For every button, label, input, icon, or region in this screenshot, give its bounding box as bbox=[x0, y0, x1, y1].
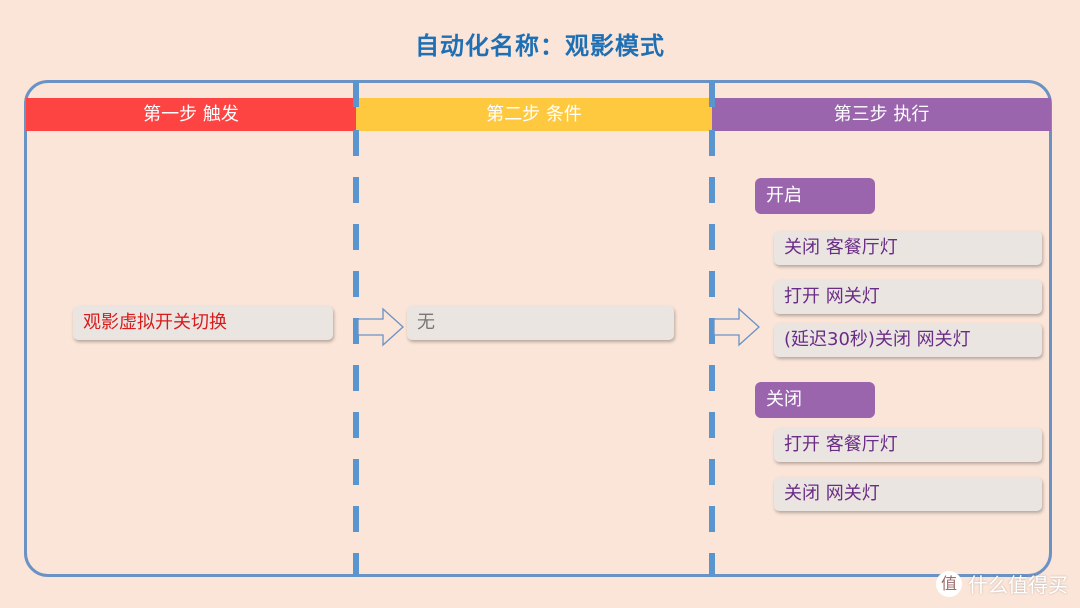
divider-dash bbox=[709, 459, 715, 485]
action-group-off-tag: 关闭 bbox=[755, 382, 875, 418]
divider-dash bbox=[353, 177, 359, 203]
watermark-text: 什么值得买 bbox=[968, 573, 1068, 597]
divider-dash bbox=[353, 80, 359, 107]
divider-dash bbox=[709, 365, 715, 391]
step-header-condition: 第二步 条件 bbox=[356, 98, 712, 131]
divider-dash bbox=[353, 459, 359, 485]
divider-dash bbox=[353, 506, 359, 532]
divider-dash bbox=[353, 365, 359, 391]
arrow-right-icon bbox=[357, 307, 404, 347]
divider-dash bbox=[353, 224, 359, 250]
automation-title: 自动化名称：观影模式 bbox=[415, 32, 665, 60]
action-item[interactable]: (延迟30秒)关闭 网关灯 bbox=[774, 323, 1042, 357]
divider-dash bbox=[353, 412, 359, 438]
divider-dash bbox=[709, 224, 715, 250]
watermark-logo-icon: 值 bbox=[936, 570, 962, 597]
action-item[interactable]: 打开 客餐厅灯 bbox=[774, 428, 1042, 462]
divider-dash bbox=[353, 553, 359, 577]
watermark: 值 什么值得买 bbox=[936, 569, 1068, 598]
divider-dash bbox=[353, 271, 359, 297]
step-header-trigger: 第一步 触发 bbox=[26, 98, 356, 131]
divider-dash bbox=[709, 177, 715, 203]
action-item[interactable]: 关闭 网关灯 bbox=[774, 477, 1042, 511]
divider-dash bbox=[709, 506, 715, 532]
divider-dash bbox=[709, 80, 715, 107]
condition-card[interactable]: 无 bbox=[407, 306, 674, 340]
divider-dash bbox=[709, 412, 715, 438]
divider-dash bbox=[353, 130, 359, 156]
divider-dash bbox=[709, 553, 715, 577]
step-header-action: 第三步 执行 bbox=[712, 98, 1051, 131]
arrow-right-icon bbox=[713, 307, 760, 347]
action-item[interactable]: 关闭 客餐厅灯 bbox=[774, 231, 1042, 265]
trigger-card[interactable]: 观影虚拟开关切换 bbox=[73, 306, 333, 340]
action-item[interactable]: 打开 网关灯 bbox=[774, 280, 1042, 314]
divider-dash bbox=[709, 130, 715, 156]
action-group-on-tag: 开启 bbox=[755, 178, 875, 214]
divider-dash bbox=[709, 271, 715, 297]
